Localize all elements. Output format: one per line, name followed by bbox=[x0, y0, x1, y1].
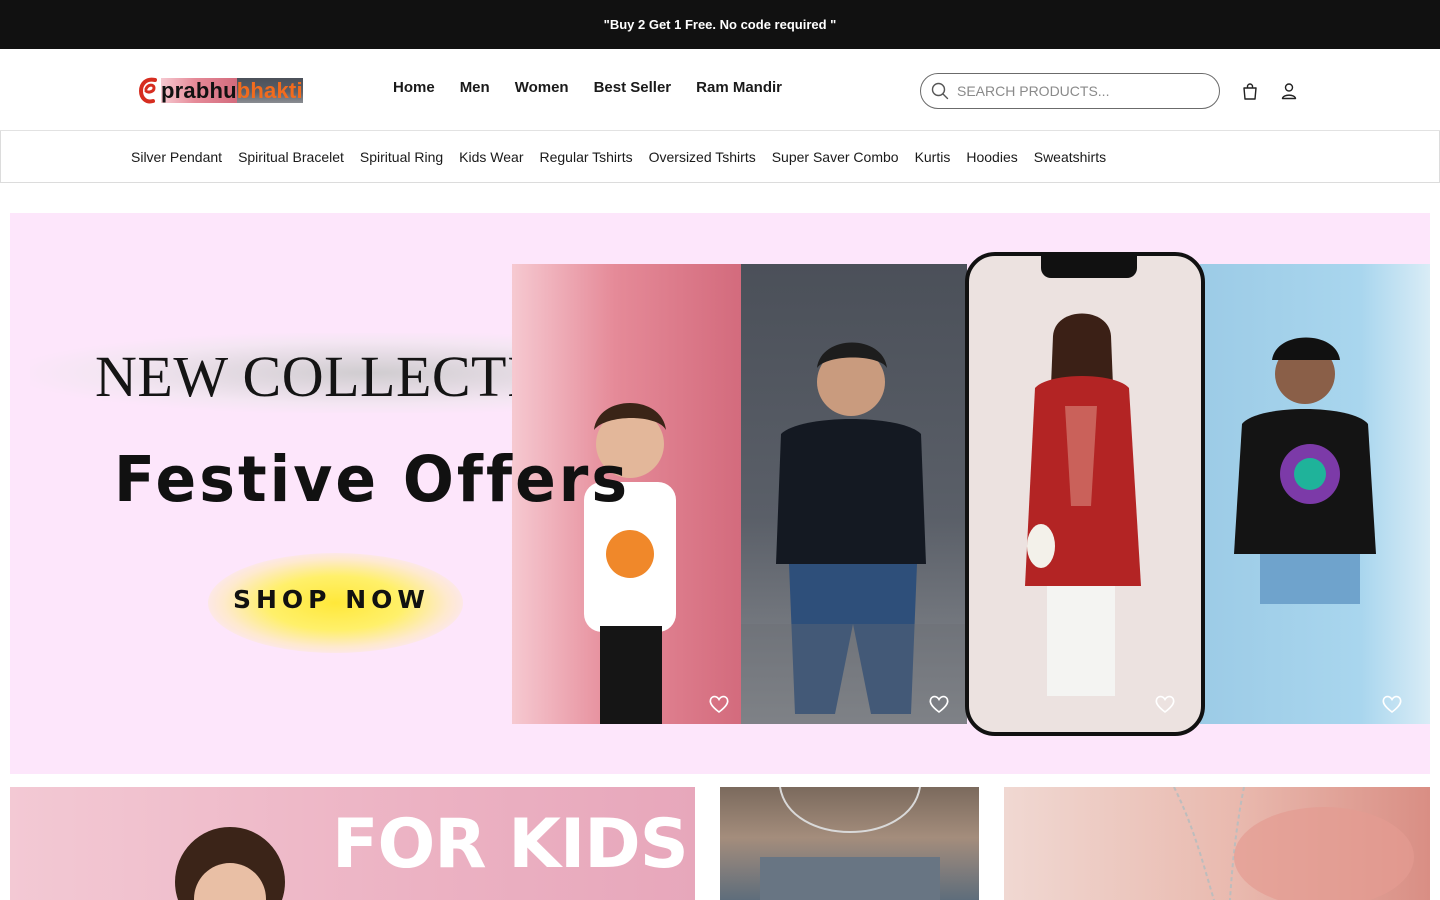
search-input[interactable] bbox=[957, 83, 1197, 99]
category-regular-tshirts[interactable]: Regular Tshirts bbox=[539, 149, 632, 165]
category-silver-pendant[interactable]: Silver Pendant bbox=[131, 149, 222, 165]
search-box bbox=[920, 73, 1220, 109]
wishlist-heart-icon[interactable] bbox=[1154, 693, 1176, 715]
nav-women[interactable]: Women bbox=[515, 79, 569, 96]
category-super-saver-combo[interactable]: Super Saver Combo bbox=[772, 149, 899, 165]
nav-men[interactable]: Men bbox=[460, 79, 490, 96]
logo[interactable]: prabhubhakti bbox=[138, 75, 303, 107]
category-kids-wear[interactable]: Kids Wear bbox=[459, 149, 523, 165]
wishlist-heart-icon[interactable] bbox=[1381, 693, 1403, 715]
user-icon[interactable] bbox=[1279, 81, 1299, 101]
nav-ram-mandir[interactable]: Ram Mandir bbox=[696, 79, 782, 96]
search-icon bbox=[931, 82, 949, 100]
bag-icon[interactable] bbox=[1240, 81, 1260, 101]
ring-category-tile[interactable] bbox=[1004, 787, 1430, 900]
announcement-bar: "Buy 2 Get 1 Free. No code required " bbox=[0, 0, 1440, 49]
wishlist-heart-icon[interactable] bbox=[928, 693, 950, 715]
category-sweatshirts[interactable]: Sweatshirts bbox=[1034, 149, 1106, 165]
category-spiritual-bracelet[interactable]: Spiritual Bracelet bbox=[238, 149, 344, 165]
category-kurtis[interactable]: Kurtis bbox=[915, 149, 951, 165]
wishlist-heart-icon[interactable] bbox=[708, 693, 730, 715]
site-header: prabhubhakti Home Men Women Best Seller … bbox=[0, 49, 1440, 131]
main-nav: Home Men Women Best Seller Ram Mandir bbox=[393, 79, 782, 96]
logo-text: prabhubhakti bbox=[161, 78, 303, 103]
announcement-text: "Buy 2 Get 1 Free. No code required " bbox=[603, 17, 837, 32]
chain-category-tile[interactable] bbox=[720, 787, 979, 900]
logo-mark-icon bbox=[138, 77, 157, 104]
nav-best-seller[interactable]: Best Seller bbox=[594, 79, 672, 96]
hero-banner[interactable]: NEW COLLECTION Festive Offers SHOP NOW bbox=[10, 213, 1430, 774]
men-polo-product-image bbox=[741, 264, 967, 724]
oversized-tshirt-product-image bbox=[1200, 264, 1430, 724]
kids-tile-heading: FOR KIDS bbox=[332, 805, 689, 884]
phone-mockup bbox=[965, 252, 1205, 736]
hero-subtitle: Festive Offers bbox=[114, 443, 631, 517]
category-hoodies[interactable]: Hoodies bbox=[966, 149, 1017, 165]
category-nav: Silver Pendant Spiritual Bracelet Spirit… bbox=[0, 131, 1440, 183]
nav-home[interactable]: Home bbox=[393, 79, 435, 96]
category-spiritual-ring[interactable]: Spiritual Ring bbox=[360, 149, 443, 165]
category-oversized-tshirts[interactable]: Oversized Tshirts bbox=[649, 149, 756, 165]
shop-now-button[interactable]: SHOP NOW bbox=[233, 585, 430, 614]
kids-category-tile[interactable]: FOR KIDS bbox=[10, 787, 695, 900]
